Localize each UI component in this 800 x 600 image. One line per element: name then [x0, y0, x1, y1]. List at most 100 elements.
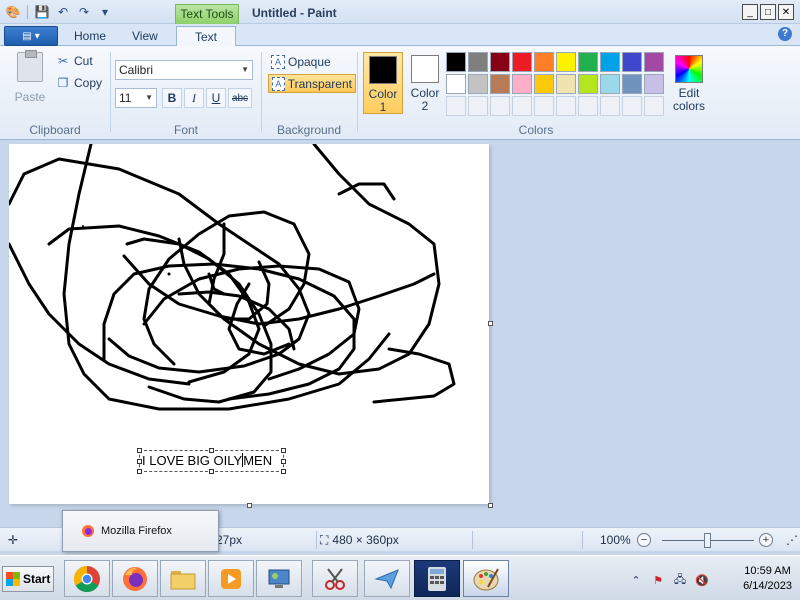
- zoom-in-button[interactable]: +: [759, 533, 773, 547]
- color2-swatch: [411, 55, 439, 83]
- resize-handle[interactable]: [137, 469, 142, 474]
- chrome-icon[interactable]: [64, 560, 110, 597]
- undo-icon[interactable]: ↶: [54, 3, 72, 21]
- resize-handle[interactable]: [137, 448, 142, 453]
- cut-button[interactable]: ✂ Cut: [56, 52, 93, 70]
- palette-swatch[interactable]: [490, 52, 510, 72]
- palette-swatch-empty[interactable]: [600, 96, 620, 116]
- resize-handle[interactable]: [209, 448, 214, 453]
- palette-swatch[interactable]: [446, 52, 466, 72]
- volume-muted-icon[interactable]: 🔇: [694, 572, 710, 588]
- zoom-slider-thumb[interactable]: [704, 533, 711, 548]
- copy-button[interactable]: ❐ Copy: [56, 74, 102, 92]
- underline-button[interactable]: U: [206, 88, 226, 108]
- color1-button[interactable]: Color 1: [363, 52, 403, 114]
- palette-swatch[interactable]: [446, 74, 466, 94]
- window-controls: _ □ ✕: [742, 4, 794, 20]
- palette-swatch-empty[interactable]: [534, 96, 554, 116]
- firefox-logo: [123, 566, 147, 591]
- canvas-resize-handle-bottom[interactable]: [247, 503, 252, 508]
- font-size-dropdown[interactable]: 11 ▼: [115, 88, 157, 108]
- chevron-down-icon: ▼: [241, 65, 249, 74]
- help-icon[interactable]: ?: [778, 27, 792, 41]
- start-button[interactable]: Start: [2, 566, 54, 592]
- close-button[interactable]: ✕: [778, 4, 794, 20]
- maximize-button[interactable]: □: [760, 4, 776, 20]
- clock-time: 10:59 AM: [744, 565, 791, 577]
- palette-swatch[interactable]: [600, 52, 620, 72]
- palette-swatch[interactable]: [490, 74, 510, 94]
- show-hidden-icons-icon[interactable]: ⌃: [628, 572, 644, 588]
- italic-button[interactable]: I: [184, 88, 204, 108]
- redo-icon[interactable]: ↷: [75, 3, 93, 21]
- paint-icon[interactable]: [463, 560, 509, 597]
- strikethrough-button[interactable]: abc: [228, 88, 252, 108]
- opaque-button[interactable]: A Opaque: [268, 52, 334, 71]
- palette-swatch[interactable]: [512, 52, 532, 72]
- palette-swatch-empty[interactable]: [578, 96, 598, 116]
- resize-handle[interactable]: [209, 469, 214, 474]
- zoom-out-button[interactable]: −: [637, 533, 651, 547]
- paint-menu-button[interactable]: ▤ ▾: [4, 26, 58, 46]
- color-spectrum-icon: [675, 55, 703, 83]
- palette-swatch-empty[interactable]: [446, 96, 466, 116]
- palette-swatch[interactable]: [578, 52, 598, 72]
- taskbar-thumbnail-popup[interactable]: Mozilla Firefox: [62, 510, 219, 552]
- tab-view[interactable]: View: [120, 26, 170, 47]
- media-player-icon[interactable]: [208, 560, 254, 597]
- palette-swatch-empty[interactable]: [556, 96, 576, 116]
- palette-swatch-empty[interactable]: [512, 96, 532, 116]
- bold-button[interactable]: B: [162, 88, 182, 108]
- control-panel-icon[interactable]: [256, 560, 302, 597]
- resize-handle[interactable]: [281, 459, 286, 464]
- palette-swatch-empty[interactable]: [468, 96, 488, 116]
- palette-swatch[interactable]: [578, 74, 598, 94]
- clock[interactable]: 10:59 AM 6/14/2023: [743, 564, 792, 594]
- flag-alert-icon[interactable]: ⚑: [650, 572, 666, 588]
- canvas-resize-handle-right[interactable]: [488, 321, 493, 326]
- tab-home[interactable]: Home: [62, 26, 118, 47]
- resize-handle[interactable]: [281, 448, 286, 453]
- palette-swatch[interactable]: [622, 52, 642, 72]
- color2-button[interactable]: Color 2: [405, 52, 445, 114]
- drawing-canvas[interactable]: I LOVE BIG OILYMEN: [9, 144, 489, 504]
- save-icon[interactable]: 💾: [33, 3, 51, 21]
- network-icon[interactable]: 🖧: [672, 572, 688, 588]
- palette-swatch[interactable]: [534, 52, 554, 72]
- paper-plane-icon[interactable]: [364, 560, 410, 597]
- palette-swatch-empty[interactable]: [490, 96, 510, 116]
- customize-qat-icon[interactable]: ▾: [96, 3, 114, 21]
- text-entry-box[interactable]: I LOVE BIG OILYMEN: [137, 448, 286, 474]
- selection-size: 27px: [216, 531, 242, 549]
- edit-colors-label-2: colors: [672, 99, 705, 113]
- windows-logo-icon: [6, 572, 20, 586]
- palette-swatch-empty[interactable]: [622, 96, 642, 116]
- palette-swatch[interactable]: [468, 52, 488, 72]
- palette-swatch[interactable]: [644, 52, 664, 72]
- palette-swatch[interactable]: [534, 74, 554, 94]
- palette-swatch-empty[interactable]: [644, 96, 664, 116]
- resize-handle[interactable]: [281, 469, 286, 474]
- palette-swatch[interactable]: [622, 74, 642, 94]
- canvas-resize-handle-corner[interactable]: [488, 503, 493, 508]
- calculator-icon[interactable]: [414, 560, 460, 597]
- transparent-button[interactable]: A Transparent: [268, 74, 356, 93]
- resize-handle[interactable]: [137, 459, 142, 464]
- folder-icon: [170, 570, 196, 589]
- palette-swatch[interactable]: [600, 74, 620, 94]
- minimize-button[interactable]: _: [742, 4, 758, 20]
- palette-swatch[interactable]: [644, 74, 664, 94]
- edit-colors-button[interactable]: Edit colors: [672, 52, 706, 113]
- tab-text[interactable]: Text: [176, 26, 236, 47]
- firefox-icon[interactable]: [112, 560, 158, 597]
- font-family-dropdown[interactable]: Calibri ▼: [115, 60, 253, 80]
- palette-swatch[interactable]: [512, 74, 532, 94]
- paste-button[interactable]: Paste: [6, 50, 54, 106]
- explorer-icon[interactable]: [160, 560, 206, 597]
- palette-swatch[interactable]: [556, 52, 576, 72]
- palette-swatch[interactable]: [468, 74, 488, 94]
- paint-app-icon[interactable]: 🎨: [4, 3, 22, 21]
- palette-swatch[interactable]: [556, 74, 576, 94]
- font-size-value: 11: [119, 91, 132, 105]
- snipping-tool-icon[interactable]: [312, 560, 358, 597]
